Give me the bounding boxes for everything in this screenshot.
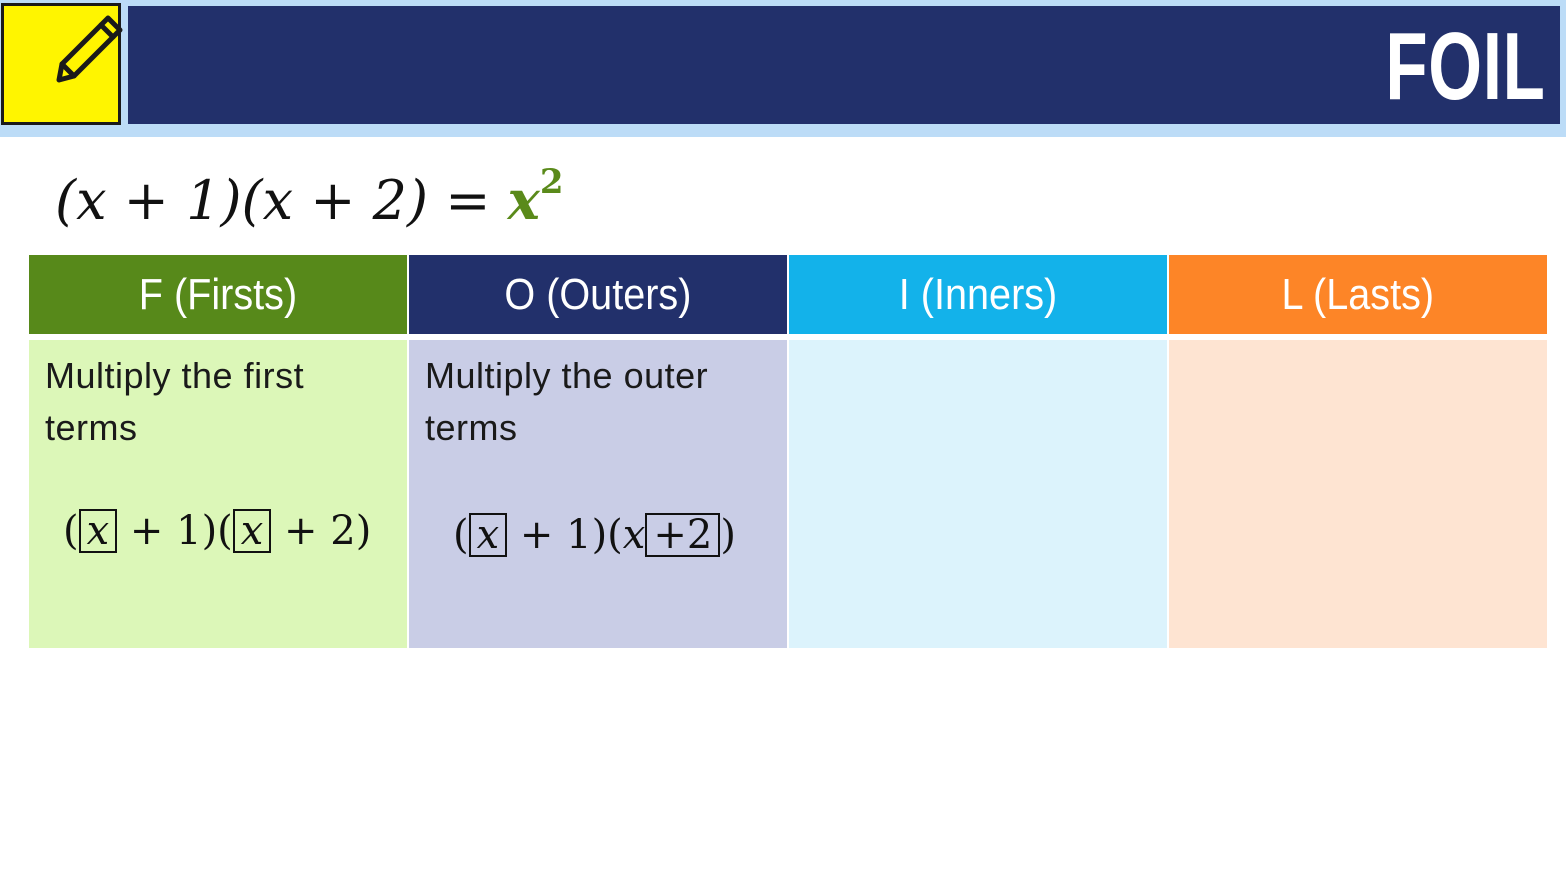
- math-firsts-box-1: x: [78, 509, 118, 553]
- foil-table: F (Firsts) Multiply the first terms (x +…: [29, 255, 1547, 648]
- math-outers: (x + 1)(x +2): [453, 512, 736, 558]
- math-firsts-mid-2: + 2): [271, 508, 372, 554]
- column-header-firsts: F (Firsts): [29, 255, 407, 334]
- math-firsts-box-2: x: [232, 509, 272, 553]
- column-text-outers: Multiply the outer terms: [425, 355, 709, 448]
- pencil-icon: [1, 3, 123, 125]
- math-outers-plain: x: [622, 512, 646, 558]
- math-outers-close: ): [720, 512, 736, 558]
- column-text-firsts: Multiply the first terms: [45, 355, 305, 448]
- equation: (x + 1)(x + 2) = x2: [55, 162, 564, 232]
- column-body-lasts: [1169, 340, 1547, 648]
- header-bar: FOIL: [128, 6, 1560, 124]
- column-header-firsts-label: F (Firsts): [138, 269, 298, 319]
- column-header-lasts-label: L (Lasts): [1281, 269, 1435, 319]
- math-outers-box-1: x: [468, 513, 508, 557]
- column-header-lasts: L (Lasts): [1169, 255, 1547, 334]
- math-outers-box-2: +2: [645, 513, 721, 557]
- equation-result: x2: [507, 162, 564, 232]
- column-header-outers-label: O (Outers): [504, 269, 692, 319]
- math-firsts-mid-1: + 1)(: [117, 508, 233, 554]
- math-firsts: (x + 1)(x + 2): [63, 508, 371, 554]
- pencil-icon-graphic: [56, 15, 123, 83]
- math-outers-open: (: [453, 512, 469, 558]
- math-firsts-open: (: [63, 508, 79, 554]
- equation-result-base: x: [507, 168, 540, 232]
- column-body-outers: Multiply the outer terms (x + 1)(x +2): [409, 340, 787, 648]
- column-header-inners: I (Inners): [789, 255, 1167, 334]
- column-body-firsts: Multiply the first terms (x + 1)(x + 2): [29, 340, 407, 648]
- column-header-inners-label: I (Inners): [898, 269, 1058, 319]
- math-outers-mid-1: + 1)(: [507, 512, 623, 558]
- equation-result-exponent: 2: [539, 162, 564, 202]
- equation-lhs: (x + 1)(x + 2) =: [55, 169, 508, 232]
- column-body-inners: [789, 340, 1167, 648]
- column-header-outers: O (Outers): [409, 255, 787, 334]
- page-title: FOIL: [1385, 13, 1546, 120]
